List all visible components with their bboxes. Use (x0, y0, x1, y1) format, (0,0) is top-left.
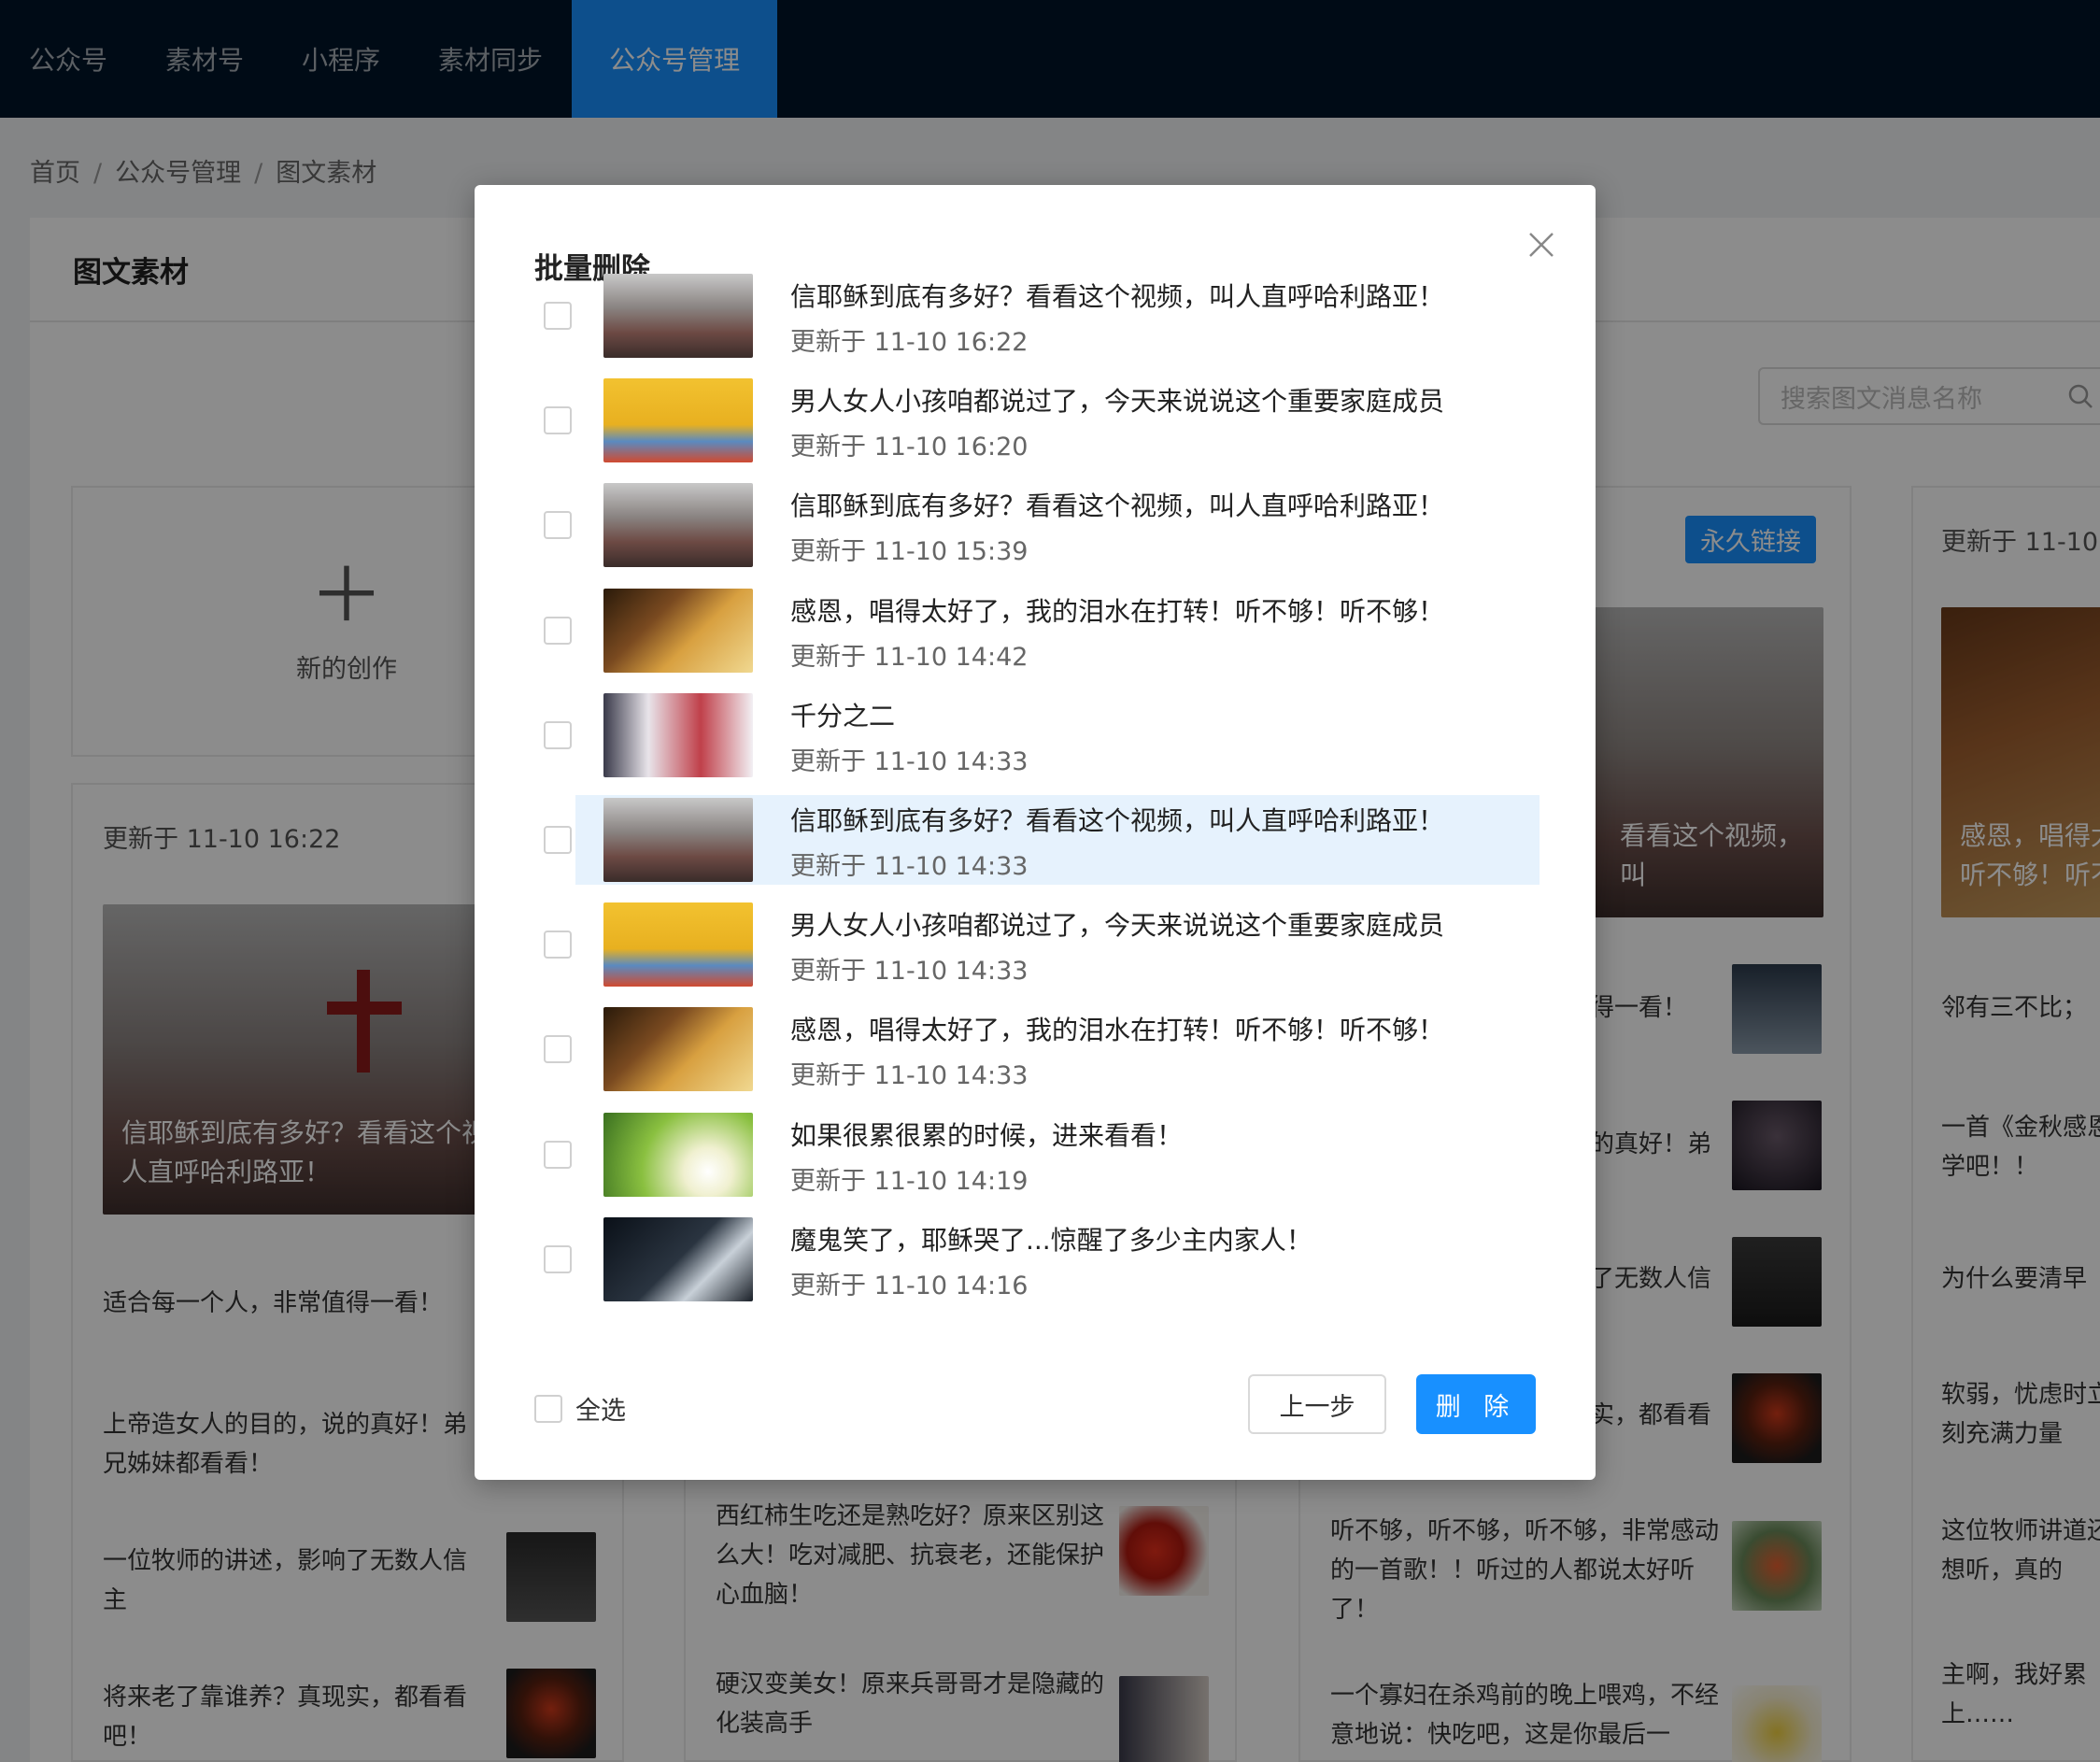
article-row[interactable]: 如果很累很累的时候，进来看看！ 更新于 11-10 14:19 (544, 1110, 1540, 1200)
article-thumbnail (603, 1007, 753, 1091)
article-title: 信耶稣到底有多好？看看这个视频，叫人直呼哈利路亚！ (790, 490, 1445, 521)
article-update-time: 更新于 11-10 15:39 (790, 537, 1029, 566)
article-thumbnail (603, 274, 753, 358)
article-update-time: 更新于 11-10 14:33 (790, 747, 1029, 776)
article-row[interactable]: 魔鬼笑了，耶稣哭了...惊醒了多少主内家人！ 更新于 11-10 14:16 (544, 1215, 1540, 1304)
article-title: 信耶稣到底有多好？看看这个视频，叫人直呼哈利路亚！ (790, 281, 1445, 312)
row-checkbox[interactable] (544, 931, 572, 959)
article-title: 感恩，唱得太好了，我的泪水在打转！听不够！听不够！ (790, 596, 1445, 627)
article-update-time: 更新于 11-10 14:16 (790, 1272, 1029, 1300)
article-title: 男人女人小孩咱都说过了，今天来说说这个重要家庭成员 (790, 386, 1445, 417)
delete-button[interactable]: 删 除 (1416, 1374, 1536, 1434)
row-checkbox[interactable] (544, 826, 572, 854)
article-title: 男人女人小孩咱都说过了，今天来说说这个重要家庭成员 (790, 910, 1445, 941)
article-title: 千分之二 (790, 701, 896, 732)
article-thumbnail (603, 1217, 753, 1301)
row-checkbox[interactable] (544, 1141, 572, 1169)
prev-step-button[interactable]: 上一步 (1248, 1374, 1386, 1434)
article-row[interactable]: 感恩，唱得太好了，我的泪水在打转！听不够！听不够！ 更新于 11-10 14:33 (544, 1004, 1540, 1094)
article-update-time: 更新于 11-10 14:33 (790, 957, 1029, 986)
article-row[interactable]: 信耶稣到底有多好？看看这个视频，叫人直呼哈利路亚！ 更新于 11-10 15:39 (544, 480, 1540, 570)
row-checkbox[interactable] (544, 721, 572, 749)
row-checkbox[interactable] (544, 302, 572, 330)
select-all[interactable]: 全选 (534, 1390, 626, 1427)
article-thumbnail (603, 902, 753, 987)
article-row[interactable]: 男人女人小孩咱都说过了，今天来说说这个重要家庭成员 更新于 11-10 14:33 (544, 900, 1540, 989)
article-row[interactable]: 男人女人小孩咱都说过了，今天来说说这个重要家庭成员 更新于 11-10 16:20 (544, 376, 1540, 465)
article-update-time: 更新于 11-10 16:20 (790, 433, 1029, 462)
article-thumbnail (603, 483, 753, 567)
article-update-time: 更新于 11-10 14:33 (790, 852, 1029, 881)
article-thumbnail (603, 1113, 753, 1197)
article-row[interactable]: 信耶稣到底有多好？看看这个视频，叫人直呼哈利路亚！ 更新于 11-10 14:33 (544, 795, 1540, 885)
row-checkbox[interactable] (544, 617, 572, 645)
article-row[interactable]: 千分之二更新于 11-10 14:33 (544, 690, 1540, 780)
article-thumbnail (603, 378, 753, 462)
select-all-checkbox[interactable] (534, 1394, 562, 1423)
article-title: 信耶稣到底有多好？看看这个视频，叫人直呼哈利路亚！ (790, 805, 1445, 836)
row-checkbox[interactable] (544, 1035, 572, 1063)
article-update-time: 更新于 11-10 14:19 (790, 1167, 1029, 1196)
article-title: 如果很累很累的时候，进来看看！ (790, 1120, 1184, 1151)
article-thumbnail (603, 589, 753, 673)
article-row[interactable]: 感恩，唱得太好了，我的泪水在打转！听不够！听不够！ 更新于 11-10 14:42 (544, 586, 1540, 675)
row-checkbox[interactable] (544, 406, 572, 434)
select-all-label: 全选 (575, 1397, 626, 1426)
close-icon[interactable] (1523, 226, 1560, 263)
row-checkbox[interactable] (544, 1245, 572, 1273)
article-row[interactable]: 信耶稣到底有多好？看看这个视频，叫人直呼哈利路亚！ 更新于 11-10 16:22 (544, 271, 1540, 361)
batch-delete-dialog: 批量删除 信耶稣到底有多好？看看这个视频，叫人直呼哈利路亚！ 更新于 11-10 … (475, 185, 1596, 1480)
article-update-time: 更新于 11-10 14:33 (790, 1061, 1029, 1090)
article-title: 感恩，唱得太好了，我的泪水在打转！听不够！听不够！ (790, 1015, 1445, 1045)
article-update-time: 更新于 11-10 16:22 (790, 328, 1029, 357)
article-thumbnail (603, 798, 753, 882)
row-checkbox[interactable] (544, 511, 572, 539)
article-thumbnail (603, 693, 753, 777)
article-title: 魔鬼笑了，耶稣哭了...惊醒了多少主内家人！ (790, 1225, 1312, 1256)
article-update-time: 更新于 11-10 14:42 (790, 643, 1029, 672)
